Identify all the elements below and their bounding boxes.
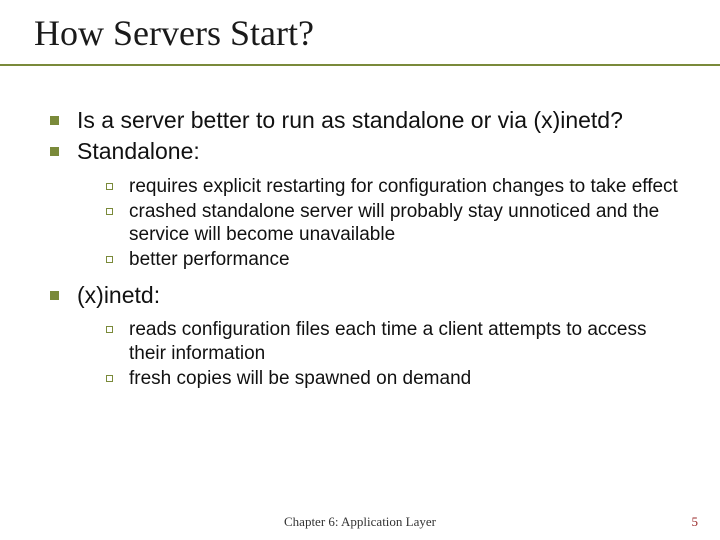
bullet-text: (x)inetd: <box>77 281 684 310</box>
hollow-square-bullet-icon <box>106 375 113 382</box>
content-area: Is a server better to run as standalone … <box>24 66 696 400</box>
slide: How Servers Start? Is a server better to… <box>0 0 720 540</box>
square-bullet-icon <box>50 291 59 300</box>
list-item: Is a server better to run as standalone … <box>44 106 684 135</box>
bullet-text: Is a server better to run as standalone … <box>77 106 684 135</box>
bullet-text: reads configuration files each time a cl… <box>129 318 684 366</box>
bullet-text: Standalone: <box>77 137 684 166</box>
hollow-square-bullet-icon <box>106 256 113 263</box>
square-bullet-icon <box>50 116 59 125</box>
list-item: reads configuration files each time a cl… <box>106 318 684 366</box>
bullet-text: fresh copies will be spawned on demand <box>129 367 684 391</box>
slide-title: How Servers Start? <box>24 8 696 64</box>
title-container: How Servers Start? <box>0 8 720 66</box>
list-item: crashed standalone server will probably … <box>106 200 684 248</box>
sub-list: reads configuration files each time a cl… <box>44 312 684 399</box>
bullet-text: requires explicit restarting for configu… <box>129 175 684 199</box>
bullet-text: better performance <box>129 248 684 272</box>
page-number: 5 <box>692 514 699 530</box>
list-item: (x)inetd: <box>44 281 684 310</box>
hollow-square-bullet-icon <box>106 183 113 190</box>
square-bullet-icon <box>50 147 59 156</box>
footer-text: Chapter 6: Application Layer <box>0 514 720 530</box>
list-item: fresh copies will be spawned on demand <box>106 367 684 391</box>
sub-list: requires explicit restarting for configu… <box>44 169 684 281</box>
bullet-text: crashed standalone server will probably … <box>129 200 684 248</box>
list-item: requires explicit restarting for configu… <box>106 175 684 199</box>
hollow-square-bullet-icon <box>106 326 113 333</box>
list-item: better performance <box>106 248 684 272</box>
hollow-square-bullet-icon <box>106 208 113 215</box>
list-item: Standalone: <box>44 137 684 166</box>
